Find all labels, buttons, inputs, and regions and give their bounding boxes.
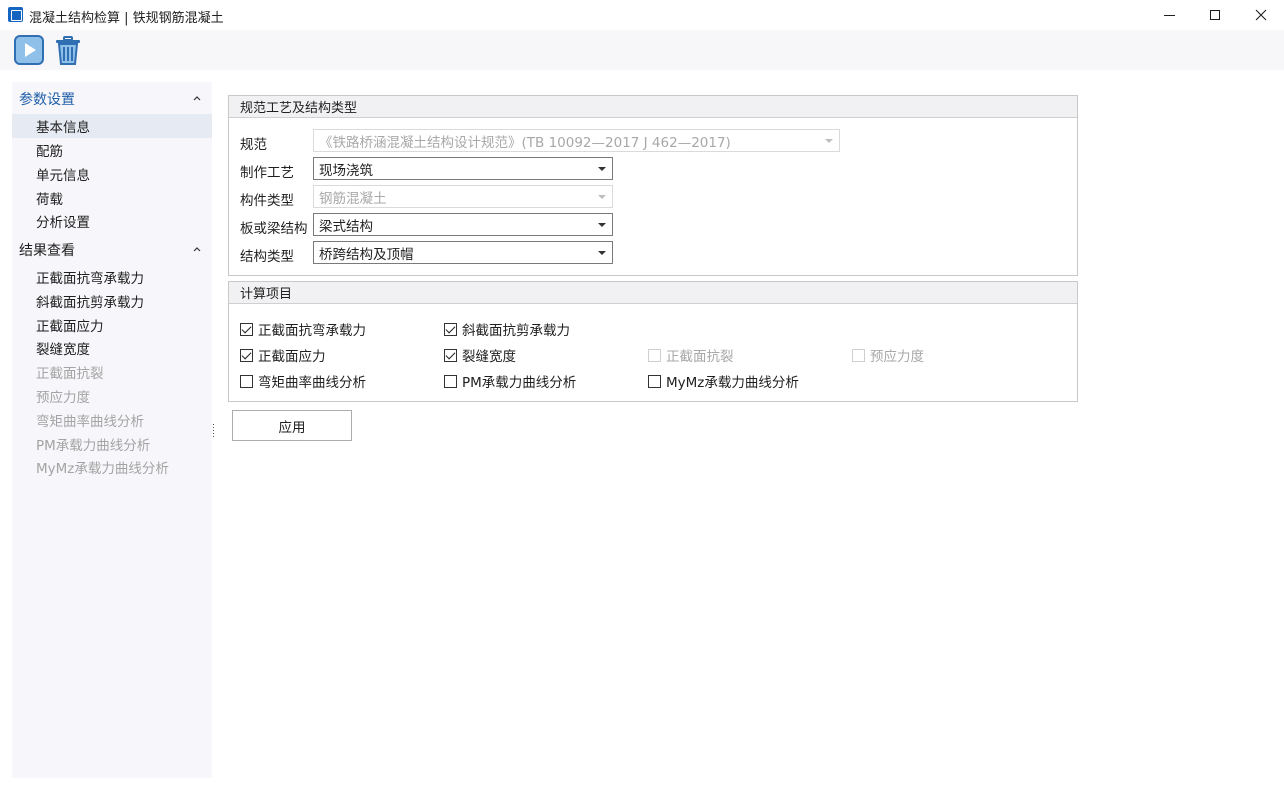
checkbox-moment-curvature[interactable]: 弯矩曲率曲线分析 xyxy=(240,371,366,391)
splitter-handle[interactable] xyxy=(212,424,215,438)
sidebar-item-reinforcement[interactable]: 配筋 xyxy=(12,138,212,162)
maximize-icon xyxy=(1210,10,1220,20)
sidebar-item-mymz-curve: MyMz承载力曲线分析 xyxy=(36,461,169,477)
checkbox-flexural-capacity[interactable]: 正截面抗弯承载力 xyxy=(240,319,366,339)
apply-button[interactable]: 应用 xyxy=(232,410,352,441)
group-title: 结果查看 xyxy=(19,243,75,259)
calc-items-panel: 计算项目 正截面抗弯承载力 斜截面抗剪承载力 正截面应力 裂缝宽度 正截面抗裂 … xyxy=(228,281,1078,402)
select-value: 《铁路桥涵混凝土结构设计规范》(TB 10092—2017 J 462—2017… xyxy=(319,134,731,151)
chevron-down-icon xyxy=(825,139,833,143)
sidebar-item-crack-resistance: 正截面抗裂 xyxy=(36,366,104,382)
run-button[interactable] xyxy=(13,34,45,66)
group-title: 参数设置 xyxy=(19,92,75,108)
select-value: 梁式结构 xyxy=(319,218,373,235)
toolbar xyxy=(0,30,1284,70)
chevron-down-icon xyxy=(598,223,606,227)
checkbox-crack-resistance: 正截面抗裂 xyxy=(648,345,734,365)
checkbox-box[interactable] xyxy=(240,348,253,362)
play-icon xyxy=(14,35,44,65)
title-bar: 混凝土结构检算 | 铁规钢筋混凝土 xyxy=(0,0,1284,30)
chevron-down-icon xyxy=(598,251,606,255)
sidebar-item-element-info[interactable]: 单元信息 xyxy=(12,162,212,186)
fabrication-select[interactable]: 现场浇筑 xyxy=(313,157,613,180)
checkbox-pm-curve[interactable]: PM承载力曲线分析 xyxy=(444,371,576,391)
sidebar-item-normal-stress[interactable]: 正截面应力 xyxy=(12,313,212,337)
select-value: 桥跨结构及顶帽 xyxy=(319,246,414,263)
sidebar-item-load[interactable]: 荷载 xyxy=(12,186,212,210)
chevron-down-icon xyxy=(598,167,606,171)
minimize-icon xyxy=(1163,14,1175,16)
spec-panel: 规范工艺及结构类型 规范 《铁路桥涵混凝土结构设计规范》(TB 10092—20… xyxy=(228,95,1078,276)
member-type-select: 钢筋混凝土 xyxy=(313,185,613,208)
app-icon xyxy=(8,7,23,22)
sidebar-item-basic-info[interactable]: 基本信息 xyxy=(12,114,212,138)
trash-icon xyxy=(56,36,80,65)
group-header-parameter-settings[interactable]: 参数设置 xyxy=(12,87,212,111)
chevron-up-icon xyxy=(193,247,201,252)
select-value: 现场浇筑 xyxy=(319,162,373,179)
code-select: 《铁路桥涵混凝土结构设计规范》(TB 10092—2017 J 462—2017… xyxy=(313,129,840,152)
checkbox-box[interactable] xyxy=(444,348,457,362)
checkbox-box[interactable] xyxy=(444,374,457,388)
checkbox-box[interactable] xyxy=(240,322,253,336)
field-label: 构件类型 xyxy=(240,193,294,209)
sidebar-item-shear-capacity[interactable]: 斜截面抗剪承载力 xyxy=(12,289,212,313)
panel-title: 计算项目 xyxy=(229,282,1077,304)
slab-beam-select[interactable]: 梁式结构 xyxy=(313,213,613,236)
checkbox-box[interactable] xyxy=(444,322,457,336)
select-value: 钢筋混凝土 xyxy=(319,190,387,207)
chevron-up-icon xyxy=(193,96,201,101)
maximize-button[interactable] xyxy=(1192,0,1238,30)
checkbox-crack-width[interactable]: 裂缝宽度 xyxy=(444,345,516,365)
sidebar-item-analysis-settings[interactable]: 分析设置 xyxy=(12,209,212,233)
checkbox-shear-capacity[interactable]: 斜截面抗剪承载力 xyxy=(444,319,570,339)
field-label: 结构类型 xyxy=(240,249,294,265)
sidebar-item-pm-curve: PM承载力曲线分析 xyxy=(36,438,151,454)
checkbox-normal-stress[interactable]: 正截面应力 xyxy=(240,345,326,365)
structure-type-select[interactable]: 桥跨结构及顶帽 xyxy=(313,241,613,264)
sidebar-item-moment-curvature: 弯矩曲率曲线分析 xyxy=(36,414,144,430)
checkbox-box[interactable] xyxy=(240,374,253,388)
chevron-down-icon xyxy=(598,195,606,199)
field-label: 制作工艺 xyxy=(240,165,294,181)
sidebar-nav: 参数设置 基本信息 配筋 单元信息 荷载 分析设置 结果查看 正截面抗弯承载力 … xyxy=(12,82,212,778)
sidebar-item-crack-width[interactable]: 裂缝宽度 xyxy=(12,336,212,360)
sidebar-item-flexural-capacity[interactable]: 正截面抗弯承载力 xyxy=(12,265,212,289)
minimize-button[interactable] xyxy=(1146,0,1192,30)
close-icon xyxy=(1255,9,1267,21)
checkbox-box[interactable] xyxy=(648,374,661,388)
sidebar-item-prestress-degree: 预应力度 xyxy=(36,390,90,406)
field-label: 规范 xyxy=(240,137,267,153)
field-label: 板或梁结构 xyxy=(240,221,308,237)
window-title: 混凝土结构检算 | 铁规钢筋混凝土 xyxy=(29,11,224,26)
checkbox-prestress-degree: 预应力度 xyxy=(852,345,924,365)
group-header-results[interactable]: 结果查看 xyxy=(12,238,212,262)
panel-title: 规范工艺及结构类型 xyxy=(229,96,1077,118)
close-button[interactable] xyxy=(1238,0,1284,30)
checkbox-box xyxy=(648,348,661,362)
delete-button[interactable] xyxy=(52,34,84,66)
checkbox-mymz-curve[interactable]: MyMz承载力曲线分析 xyxy=(648,371,799,391)
checkbox-box xyxy=(852,348,865,362)
